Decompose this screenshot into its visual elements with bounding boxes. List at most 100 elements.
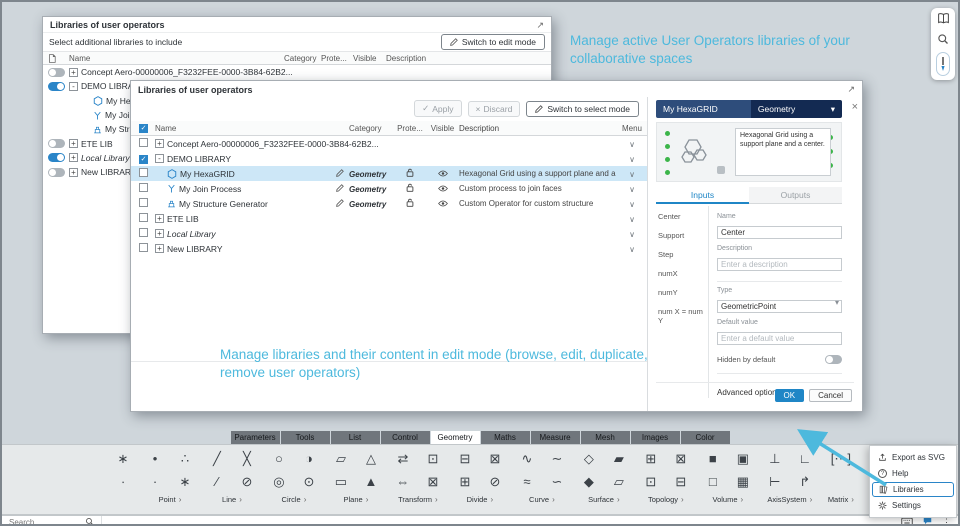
parameter-item[interactable]: numY	[658, 288, 706, 297]
expand-dialog-icon[interactable]: ↗	[847, 85, 855, 94]
table-row[interactable]: ✓ - DEMO LIBRARY ∨	[131, 151, 647, 166]
tab-mesh[interactable]: Mesh	[580, 431, 630, 444]
table-row[interactable]: My Structure Generator Geometry Custom O…	[131, 196, 647, 211]
parameter-item[interactable]: Support	[658, 231, 706, 240]
tool-icon[interactable]: [⋯]	[831, 451, 851, 467]
expand-dialog-icon[interactable]: ↗	[536, 20, 544, 30]
search-input[interactable]	[9, 517, 71, 524]
select-all-checkbox[interactable]: ✓	[139, 123, 148, 133]
tool-icon[interactable]: ⊥	[766, 451, 784, 467]
rename-pencil-icon[interactable]	[336, 183, 344, 194]
type-select[interactable]: ▾	[717, 296, 842, 314]
cancel-button[interactable]: Cancel	[809, 389, 852, 402]
row-checkbox[interactable]	[139, 138, 148, 147]
table-row[interactable]: + New LIBRARY ∨	[131, 241, 647, 256]
tool-icon[interactable]: ·	[146, 474, 164, 489]
tool-category-circle[interactable]: Circle	[282, 495, 307, 504]
tool-category-point[interactable]: Point	[159, 495, 182, 504]
apply-button[interactable]: ✓ Apply	[414, 100, 462, 117]
column-visible[interactable]: Visible	[426, 124, 459, 133]
row-menu-chevron-icon[interactable]: ∨	[629, 140, 635, 149]
table-row[interactable]: + Concept Aero-00000006_F3232FEE-0000-3B8…	[131, 136, 647, 151]
column-protected[interactable]: Prote...	[394, 124, 426, 133]
hidden-by-default-toggle[interactable]	[825, 355, 842, 364]
column-category[interactable]: Category	[284, 54, 321, 63]
expander-icon[interactable]: -	[69, 81, 78, 91]
expander-icon[interactable]: +	[155, 139, 164, 148]
tool-icon[interactable]: ▦	[734, 474, 752, 490]
tool-category-topology[interactable]: Topology	[648, 495, 684, 504]
tool-icon[interactable]: ⊢	[766, 474, 784, 490]
row-checkbox[interactable]: ✓	[139, 154, 148, 164]
tool-icon[interactable]: ▱	[610, 474, 628, 490]
column-menu[interactable]: Menu	[617, 124, 647, 133]
column-visible[interactable]: Visible	[353, 54, 386, 63]
tab-outputs[interactable]: Outputs	[749, 187, 842, 204]
expander-icon[interactable]: +	[155, 214, 164, 223]
tool-icon[interactable]: ◎	[270, 474, 288, 490]
tool-icon[interactable]: ⊙	[300, 474, 318, 490]
menu-item-export-svg[interactable]: Export as SVG	[872, 450, 954, 465]
library-active-toggle[interactable]	[48, 67, 65, 77]
close-icon[interactable]: ×	[852, 101, 858, 113]
library-active-toggle[interactable]	[48, 153, 65, 163]
tool-icon[interactable]: ⊞	[456, 474, 474, 490]
eye-icon[interactable]	[437, 184, 448, 194]
expander-icon[interactable]: +	[69, 139, 78, 149]
library-active-toggle[interactable]	[48, 139, 65, 149]
tool-icon[interactable]: ⊟	[672, 474, 690, 490]
tool-icon[interactable]: ∼	[548, 451, 566, 467]
tab-inputs[interactable]: Inputs	[656, 187, 749, 204]
tab-color[interactable]: Color	[680, 431, 730, 444]
lock-icon[interactable]	[406, 183, 414, 194]
search-zone[interactable]	[2, 513, 102, 524]
tool-icon[interactable]: ▲	[362, 474, 380, 489]
tool-icon[interactable]: ∕	[208, 474, 226, 489]
tool-icon[interactable]: ∙	[114, 474, 132, 489]
ok-button[interactable]: OK	[774, 389, 805, 402]
table-row[interactable]: + ETE LIB ∨	[131, 211, 647, 226]
tool-icon[interactable]: ◆	[580, 474, 598, 490]
tool-category-volume[interactable]: Volume	[712, 495, 743, 504]
default-value-field[interactable]	[717, 332, 842, 345]
tool-category-curve[interactable]: Curve	[529, 495, 555, 504]
library-active-toggle[interactable]	[48, 81, 65, 91]
tool-icon[interactable]: ⇄	[394, 451, 412, 467]
tab-images[interactable]: Images	[630, 431, 680, 444]
tool-icon[interactable]: ▭	[332, 474, 350, 490]
tool-icon[interactable]: ⊘	[238, 474, 256, 490]
search-icon[interactable]	[85, 513, 94, 524]
rename-pencil-icon[interactable]	[336, 168, 344, 179]
eye-icon[interactable]	[437, 169, 448, 179]
tab-control[interactable]: Control	[380, 431, 430, 444]
row-checkbox[interactable]	[139, 198, 148, 207]
tool-icon[interactable]: ∴	[176, 451, 194, 467]
tool-icon[interactable]: ◇	[580, 451, 598, 467]
row-checkbox[interactable]	[139, 243, 148, 252]
tool-icon[interactable]: ○	[270, 451, 288, 466]
tool-category-plane[interactable]: Plane	[344, 495, 369, 504]
tool-icon[interactable]: ∽	[548, 474, 566, 490]
column-name[interactable]: Name	[155, 124, 349, 133]
tool-icon[interactable]: ⊠	[424, 474, 442, 490]
row-checkbox[interactable]	[139, 168, 148, 177]
tool-icon[interactable]: ∗	[176, 474, 194, 490]
tool-icon[interactable]: ⇔	[394, 474, 412, 489]
expander-icon[interactable]: +	[69, 67, 78, 77]
rename-pencil-icon[interactable]	[336, 198, 344, 209]
tool-icon[interactable]: ◑	[300, 451, 318, 466]
tool-category-axissystem[interactable]: AxisSystem	[767, 495, 812, 504]
tool-icon[interactable]: ∿	[518, 451, 536, 467]
tab-tools[interactable]: Tools	[280, 431, 330, 444]
tool-icon[interactable]: □	[704, 474, 722, 489]
menu-item-libraries[interactable]: Libraries	[872, 482, 954, 497]
parameter-item[interactable]: Center	[658, 212, 706, 221]
column-name[interactable]: Name	[69, 54, 284, 63]
column-description[interactable]: Description	[459, 124, 617, 133]
row-menu-chevron-icon[interactable]: ∨	[629, 230, 635, 239]
menu-item-settings[interactable]: Settings	[872, 498, 954, 513]
search-icon[interactable]	[937, 32, 949, 50]
tool-icon[interactable]: ∗	[114, 451, 132, 467]
tool-icon[interactable]: ■	[704, 451, 722, 466]
table-row-selected[interactable]: My HexaGRID Geometry Hexagonal Grid usin…	[131, 166, 647, 181]
